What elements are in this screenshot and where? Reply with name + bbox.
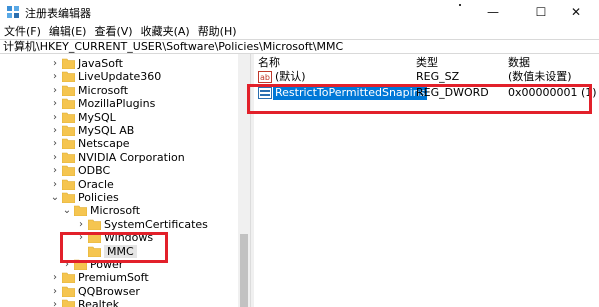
tree-item[interactable]: › MySQL AB (50, 124, 236, 137)
address-bar[interactable]: 计算机\HKEY_CURRENT_USER\Software\Policies\… (0, 39, 599, 54)
chevron-right-icon[interactable]: › (50, 111, 60, 124)
tree-item[interactable]: ⌄ Microsoft (62, 204, 236, 217)
folder-icon (62, 112, 75, 123)
tree-item[interactable]: › MySQL (50, 111, 236, 124)
menu-favorites[interactable]: 收藏夹(A) (137, 24, 194, 39)
tree-item[interactable]: › JavaSoft (50, 57, 236, 70)
chevron-right-icon[interactable]: › (50, 57, 60, 70)
chevron-down-icon[interactable]: ⌄ (50, 191, 60, 204)
tree-item[interactable]: › QQBrowser (50, 285, 236, 298)
key-tree[interactable]: › JavaSoft › LiveUpdate360 › Microsoft › Mozill… (0, 54, 250, 307)
column-header-name[interactable]: 名称 (258, 56, 280, 69)
tree-item-label: Microsoft (90, 204, 141, 218)
minimize-button[interactable]: — (470, 0, 516, 24)
chevron-right-icon[interactable]: › (76, 218, 86, 231)
tree-item[interactable]: ⌄ Policies (50, 191, 236, 204)
folder-icon (62, 165, 75, 177)
folder-icon (62, 125, 75, 136)
value-type: REG_SZ (416, 70, 460, 83)
folder-icon (62, 72, 75, 83)
chevron-down-icon[interactable]: ⌄ (62, 204, 72, 217)
tree-item-label: Policies (78, 191, 119, 204)
folder-icon (62, 179, 75, 190)
folder-icon (62, 98, 75, 110)
title-bar: 注册表编辑器 — ☐ ✕ (0, 0, 599, 24)
chevron-right-icon[interactable]: › (50, 97, 60, 110)
chevron-right-icon[interactable]: › (50, 84, 60, 97)
tree-item[interactable]: › Oracle (50, 178, 236, 191)
tree-item-label: PremiumSoft (78, 271, 149, 285)
annotation-box-mmc (60, 232, 168, 263)
window-title: 注册表编辑器 (25, 7, 91, 20)
chevron-right-icon[interactable]: › (50, 164, 60, 177)
folder-icon (62, 286, 75, 297)
annotation-box-value (247, 84, 592, 114)
list-row[interactable]: ab (默认) REG_SZ (数值未设置) (258, 70, 598, 84)
column-header-data[interactable]: 数据 (508, 56, 530, 69)
tree-item[interactable]: › NVIDIA Corporation (50, 151, 236, 164)
tree-item-label: LiveUpdate360 (78, 70, 162, 84)
menu-edit[interactable]: 编辑(E) (45, 24, 91, 39)
column-header-type[interactable]: 类型 (416, 56, 438, 69)
chevron-right-icon[interactable]: › (50, 70, 60, 83)
menu-help[interactable]: 帮助(H) (194, 24, 241, 39)
chevron-right-icon[interactable]: › (50, 124, 60, 137)
menu-bar: 文件(F) 编辑(E) 查看(V) 收藏夹(A) 帮助(H) (0, 24, 599, 39)
title-dot (459, 4, 461, 6)
folder-icon (74, 206, 87, 217)
chevron-right-icon[interactable]: › (50, 298, 60, 307)
folder-icon (88, 219, 101, 230)
folder-icon (62, 273, 75, 284)
tree-item[interactable]: › ODBC (50, 164, 236, 177)
svg-text:ab: ab (260, 73, 270, 82)
tree-item-label: QQBrowser (78, 284, 140, 298)
tree-item-label: NVIDIA Corporation (78, 150, 185, 164)
tree-item[interactable]: › Netscape (50, 137, 236, 150)
folder-icon (62, 299, 75, 307)
menu-view[interactable]: 查看(V) (90, 24, 136, 39)
registry-editor-icon (7, 6, 19, 18)
tree-item-label: Realtek (78, 298, 120, 307)
tree-item[interactable]: › SystemCertificates (76, 218, 236, 231)
tree-item[interactable]: › LiveUpdate360 (50, 70, 236, 83)
tree-item-label: SystemCertificates (104, 217, 208, 231)
tree-item-label: MySQL AB (78, 124, 135, 137)
chevron-right-icon[interactable]: › (50, 178, 60, 191)
folder-icon (62, 192, 75, 203)
chevron-right-icon[interactable]: › (50, 271, 60, 284)
tree-item[interactable]: › PremiumSoft (50, 271, 236, 284)
address-path[interactable]: 计算机\HKEY_CURRENT_USER\Software\Policies\… (3, 40, 343, 54)
chevron-right-icon[interactable]: › (50, 151, 60, 164)
tree-item[interactable]: › Realtek (50, 298, 236, 307)
menu-file[interactable]: 文件(F) (0, 24, 45, 39)
value-data: (数值未设置) (508, 70, 572, 83)
tree-item-label: Microsoft (78, 83, 129, 97)
tree-scrollbar-thumb[interactable] (240, 234, 248, 307)
folder-icon (62, 152, 75, 163)
tree-item-label: JavaSoft (78, 57, 123, 70)
value-name: (默认) (275, 70, 306, 83)
tree-item-label: Netscape (78, 137, 130, 151)
folder-icon (62, 139, 75, 150)
close-button[interactable]: ✕ (553, 0, 599, 24)
tree-item-label: MozillaPlugins (78, 97, 156, 111)
folder-icon (62, 85, 75, 96)
chevron-right-icon[interactable]: › (50, 137, 60, 150)
tree-item-label: ODBC (78, 164, 111, 178)
chevron-right-icon[interactable]: › (50, 285, 60, 298)
folder-icon (62, 58, 75, 69)
tree-item-label: MySQL (78, 110, 116, 124)
string-value-icon: ab (258, 71, 272, 83)
tree-item[interactable]: › Microsoft (50, 84, 236, 97)
tree-item[interactable]: › MozillaPlugins (50, 97, 236, 110)
tree-item-label: Oracle (78, 177, 114, 191)
